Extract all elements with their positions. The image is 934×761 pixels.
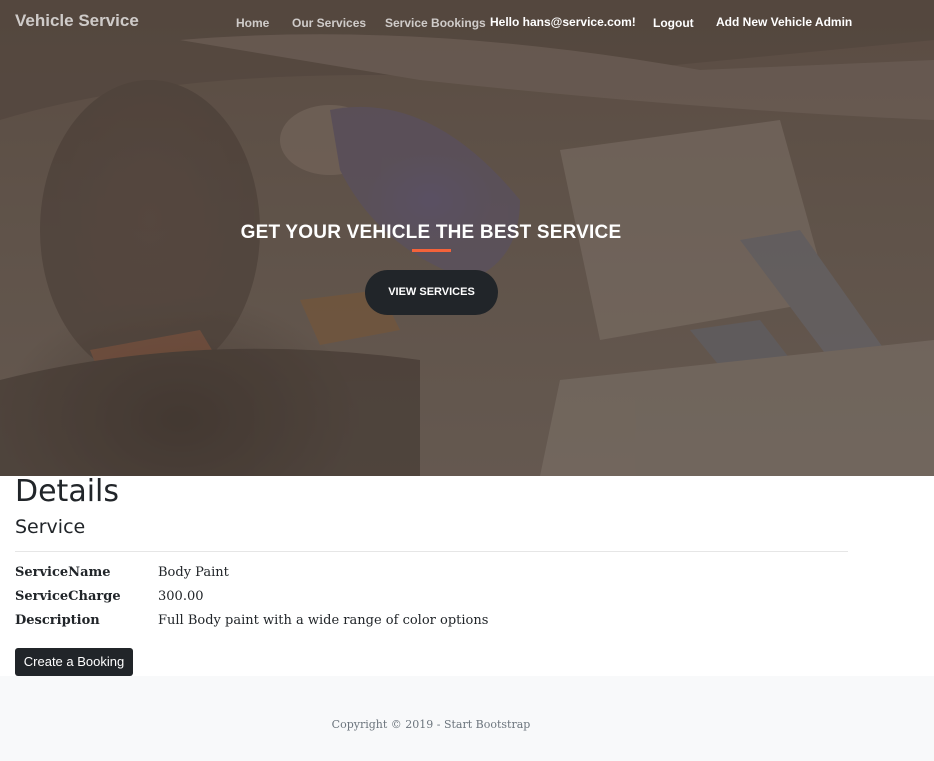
field-value-description: Full Body paint with a wide range of col… bbox=[158, 613, 489, 628]
footer-copyright: Copyright © 2019 - Start Bootstrap bbox=[331, 718, 531, 731]
hero-title: GET YOUR VEHICLE THE BEST SERVICE bbox=[240, 221, 622, 243]
create-booking-button[interactable]: Create a Booking bbox=[15, 648, 133, 676]
nav-link-our-services[interactable]: Our Services bbox=[292, 16, 366, 30]
page-title: Details bbox=[15, 474, 120, 509]
field-label-description: Description bbox=[15, 613, 100, 628]
section-subtitle: Service bbox=[15, 516, 86, 538]
divider bbox=[15, 551, 848, 552]
hero-divider bbox=[412, 249, 451, 252]
brand-link[interactable]: Vehicle Service bbox=[15, 11, 139, 31]
field-label-service-name: ServiceName bbox=[15, 565, 111, 580]
nav-link-add-new-vehicle-admin[interactable]: Add New Vehicle Admin bbox=[716, 15, 852, 29]
field-value-service-name: Body Paint bbox=[158, 565, 229, 580]
nav-link-service-bookings[interactable]: Service Bookings bbox=[385, 16, 486, 30]
field-label-service-charge: ServiceCharge bbox=[15, 589, 121, 604]
nav-link-home[interactable]: Home bbox=[236, 16, 269, 30]
footer: Copyright © 2019 - Start Bootstrap bbox=[0, 676, 934, 761]
main-navbar: Vehicle Service Home Our Services Servic… bbox=[0, 0, 934, 46]
nav-link-logout[interactable]: Logout bbox=[653, 16, 694, 30]
hero-section: Vehicle Service Home Our Services Servic… bbox=[0, 0, 934, 476]
field-value-service-charge: 300.00 bbox=[158, 589, 204, 604]
nav-link-user-greeting[interactable]: Hello hans@service.com! bbox=[490, 15, 636, 29]
view-services-button[interactable]: VIEW SERVICES bbox=[365, 270, 498, 315]
